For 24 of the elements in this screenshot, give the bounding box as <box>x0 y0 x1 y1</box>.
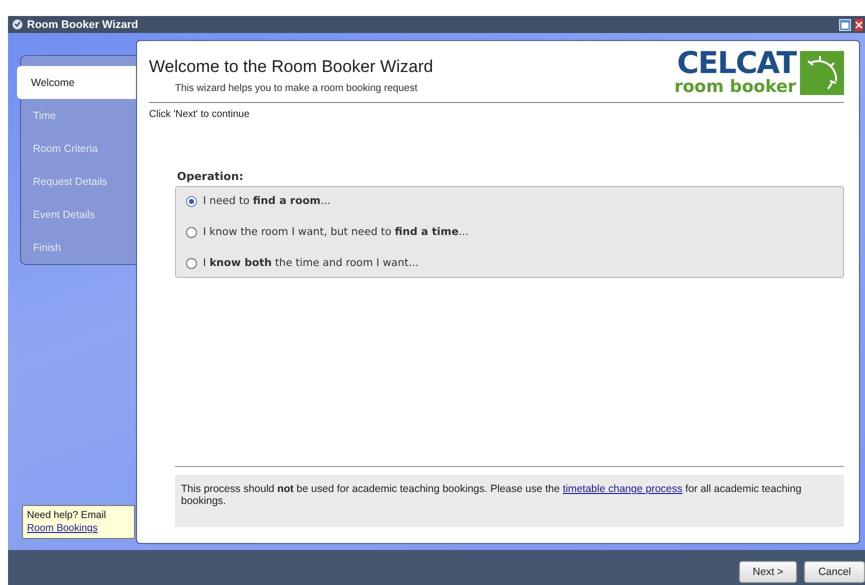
logo-icon <box>800 50 844 94</box>
window-title: Room Booker Wizard <box>27 18 140 30</box>
instruction-text: Click 'Next' to continue <box>149 109 251 120</box>
maximize-icon[interactable] <box>839 18 851 30</box>
radio-button[interactable] <box>186 226 197 238</box>
wizard-subtitle: This wizard helps you to make a room booking request <box>175 83 418 94</box>
wizard-heading: Welcome to the Room Booker Wizard <box>149 57 434 77</box>
cancel-button[interactable]: Cancel <box>804 560 865 582</box>
notice-text: This process should not be used for academic teaching bookings. Please use the timetable change process for all academic teaching bookings. <box>175 475 844 527</box>
email-link[interactable]: Room Bookings <box>27 523 98 534</box>
option-label[interactable]: I know the room I want, but need to find a time... <box>203 226 469 238</box>
logo-product: room booker <box>674 79 796 96</box>
option-label[interactable]: I know both the time and room I want... <box>203 257 419 269</box>
next-button[interactable]: Next > <box>738 560 798 582</box>
timetable-link[interactable]: timetable change process <box>562 483 682 495</box>
option-label[interactable]: I need to find a room... <box>203 195 331 207</box>
logo-brand: CELCAT <box>677 49 796 79</box>
step-tab[interactable]: Welcome <box>17 66 136 99</box>
close-icon[interactable] <box>855 18 863 30</box>
radio-button[interactable] <box>186 196 197 206</box>
app-icon <box>12 19 23 30</box>
operation-label: Operation: <box>177 170 244 183</box>
radio-button[interactable] <box>186 258 197 268</box>
help-text: Need help? Email <box>27 509 107 522</box>
